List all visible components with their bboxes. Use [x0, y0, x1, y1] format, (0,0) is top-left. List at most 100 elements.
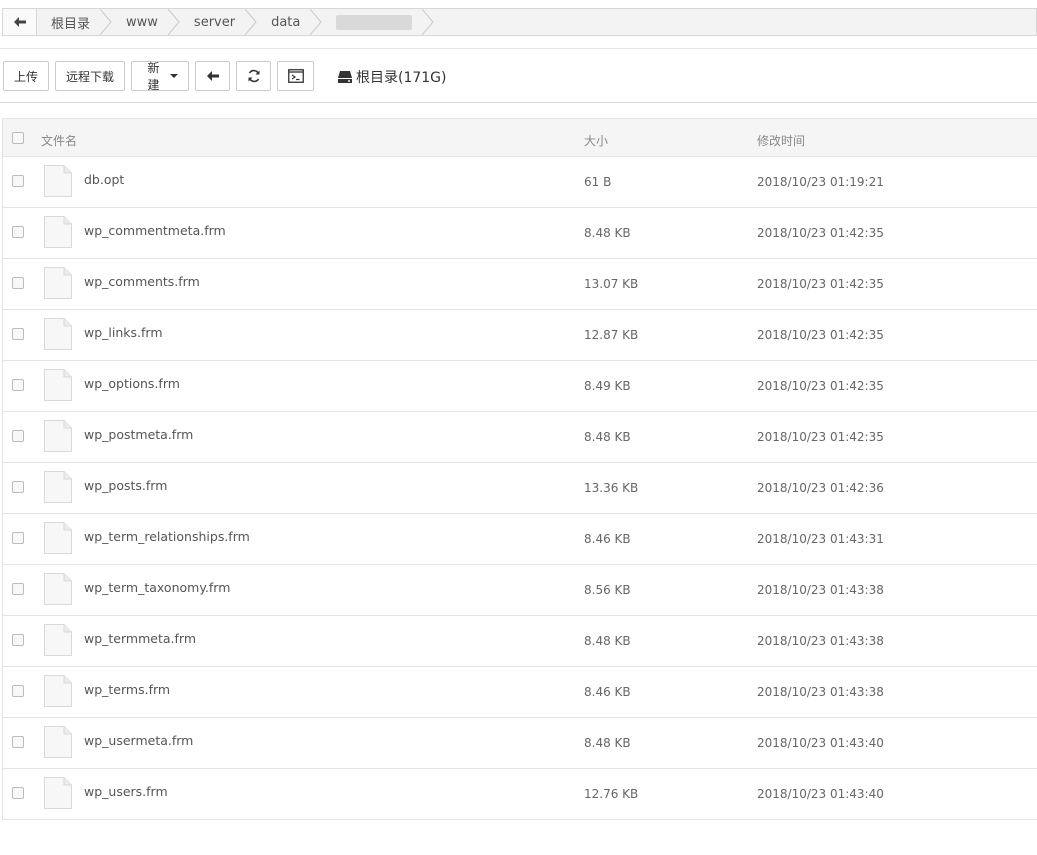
chevron-right-icon [167, 9, 180, 35]
terminal-icon [287, 69, 304, 83]
terminal-button[interactable] [277, 61, 315, 91]
file-size: 8.46 KB [584, 532, 631, 546]
file-icon [44, 267, 72, 299]
new-dropdown-button[interactable]: 新建 [131, 61, 190, 92]
file-size: 8.48 KB [584, 736, 631, 750]
file-icon [44, 777, 72, 809]
disk-info[interactable]: 根目录(171G) [338, 67, 447, 87]
file-modified: 2018/10/23 01:43:40 [757, 787, 884, 801]
file-name[interactable]: wp_posts.frm [84, 478, 167, 493]
file-name[interactable]: wp_termmeta.frm [84, 631, 196, 646]
table-row[interactable]: wp_usermeta.frm 8.48 KB 2018/10/23 01:43:4… [3, 718, 1037, 769]
file-size: 12.76 KB [584, 787, 639, 801]
table-row[interactable]: wp_termmeta.frm 8.48 KB 2018/10/23 01:43:3… [3, 616, 1037, 667]
refresh-button[interactable] [236, 61, 272, 91]
divider [0, 48, 1037, 49]
table-row[interactable]: wp_postmeta.frm 8.48 KB 2018/10/23 01:42:3… [3, 412, 1037, 463]
file-name[interactable]: wp_usermeta.frm [84, 733, 193, 748]
breadcrumb-item-www[interactable]: www [112, 9, 180, 35]
row-checkbox[interactable] [12, 175, 24, 187]
file-icon [44, 165, 72, 197]
row-checkbox[interactable] [12, 787, 24, 799]
breadcrumb-label: server [193, 14, 236, 30]
file-name[interactable]: wp_links.frm [84, 325, 163, 340]
table-row[interactable]: wp_links.frm 12.87 KB 2018/10/23 01:42:35 [3, 310, 1037, 361]
table-row[interactable]: wp_posts.frm 13.36 KB 2018/10/23 01:42:36 [3, 463, 1037, 514]
row-checkbox[interactable] [12, 685, 24, 697]
file-size: 8.48 KB [584, 634, 631, 648]
file-size: 13.36 KB [584, 481, 639, 495]
file-name[interactable]: wp_options.frm [84, 376, 180, 391]
breadcrumb-label: data [271, 14, 301, 30]
chevron-right-icon [245, 9, 257, 35]
breadcrumb-item-data[interactable]: data [257, 9, 323, 35]
breadcrumb-back-button[interactable] [3, 9, 37, 35]
file-name[interactable]: wp_term_relationships.frm [84, 529, 250, 544]
table-row[interactable]: wp_commentmeta.frm 8.48 KB 2018/10/23 01:4… [3, 208, 1037, 259]
file-size: 13.07 KB [584, 277, 639, 291]
disk-label: 根目录(171G) [356, 70, 447, 86]
column-header-name[interactable]: 文件名 [41, 132, 77, 149]
table-row[interactable]: wp_users.frm 12.76 KB 2018/10/23 01:43:40 [3, 769, 1037, 820]
file-modified: 2018/10/23 01:42:35 [757, 277, 884, 291]
row-checkbox[interactable] [12, 634, 24, 646]
row-checkbox[interactable] [12, 583, 24, 595]
breadcrumb-item-root[interactable]: 根目录 [37, 9, 113, 35]
file-modified: 2018/10/23 01:43:31 [757, 532, 884, 546]
row-checkbox[interactable] [12, 328, 24, 340]
file-size: 61 B [584, 175, 612, 189]
row-checkbox[interactable] [12, 481, 24, 493]
table-row[interactable]: wp_term_taxonomy.frm 8.56 KB 2018/10/23 01… [3, 565, 1037, 616]
chevron-right-icon [422, 9, 435, 35]
file-size: 8.48 KB [584, 226, 631, 240]
table-header: 文件名 大小 修改时间 [3, 118, 1037, 157]
column-header-modified[interactable]: 修改时间 [757, 132, 805, 149]
file-icon [44, 573, 72, 605]
column-header-size[interactable]: 大小 [584, 132, 608, 149]
table-row[interactable]: wp_comments.frm 13.07 KB 2018/10/23 01:42:… [3, 259, 1037, 310]
file-name[interactable]: wp_postmeta.frm [84, 427, 193, 442]
row-checkbox[interactable] [12, 430, 24, 442]
row-checkbox[interactable] [12, 532, 24, 544]
file-modified: 2018/10/23 01:43:40 [757, 736, 884, 750]
file-name[interactable]: db.opt [84, 172, 124, 187]
table-body: db.opt 61 B 2018/10/23 01:19:21 wp_commentm… [3, 157, 1037, 820]
file-modified: 2018/10/23 01:43:38 [757, 583, 884, 597]
chevron-right-icon [100, 9, 112, 35]
file-icon [44, 675, 72, 707]
file-icon [44, 624, 72, 656]
table-row[interactable]: wp_terms.frm 8.46 KB 2018/10/23 01:43:38 [3, 667, 1037, 718]
table-row[interactable]: wp_term_relationships.frm 8.46 KB 2018/10/… [3, 514, 1037, 565]
upload-button[interactable]: 上传 [3, 61, 50, 91]
arrow-left-icon [13, 17, 26, 27]
back-button[interactable] [195, 61, 231, 91]
file-name[interactable]: wp_term_taxonomy.frm [84, 580, 230, 595]
breadcrumb-item-server[interactable]: server [179, 9, 258, 35]
row-checkbox[interactable] [12, 379, 24, 391]
file-modified: 2018/10/23 01:42:35 [757, 328, 884, 342]
file-name[interactable]: wp_users.frm [84, 784, 168, 799]
hard-drive-icon [338, 71, 352, 83]
file-size: 8.56 KB [584, 583, 631, 597]
breadcrumb: 根目录 www server data [2, 8, 1037, 36]
row-checkbox[interactable] [12, 277, 24, 289]
file-name[interactable]: wp_comments.frm [84, 274, 200, 289]
file-modified: 2018/10/23 01:42:35 [757, 430, 884, 444]
file-size: 12.87 KB [584, 328, 639, 342]
remote-download-button[interactable]: 远程下载 [55, 61, 126, 91]
file-icon [44, 726, 72, 758]
row-checkbox[interactable] [12, 226, 24, 238]
select-all-checkbox[interactable] [12, 132, 24, 144]
row-checkbox[interactable] [12, 736, 24, 748]
file-name[interactable]: wp_commentmeta.frm [84, 223, 226, 238]
file-icon [44, 522, 72, 554]
file-modified: 2018/10/23 01:42:35 [757, 379, 884, 393]
file-icon [44, 420, 72, 452]
table-row[interactable]: db.opt 61 B 2018/10/23 01:19:21 [3, 157, 1037, 208]
file-table: 文件名 大小 修改时间 db.opt 61 B 2018/10/23 01:19:2… [2, 118, 1037, 820]
table-row[interactable]: wp_options.frm 8.49 KB 2018/10/23 01:42:35 [3, 361, 1037, 412]
file-name[interactable]: wp_terms.frm [84, 682, 170, 697]
file-size: 8.49 KB [584, 379, 631, 393]
breadcrumb-item-redacted[interactable] [322, 9, 435, 35]
new-label: 新建 [147, 61, 160, 92]
